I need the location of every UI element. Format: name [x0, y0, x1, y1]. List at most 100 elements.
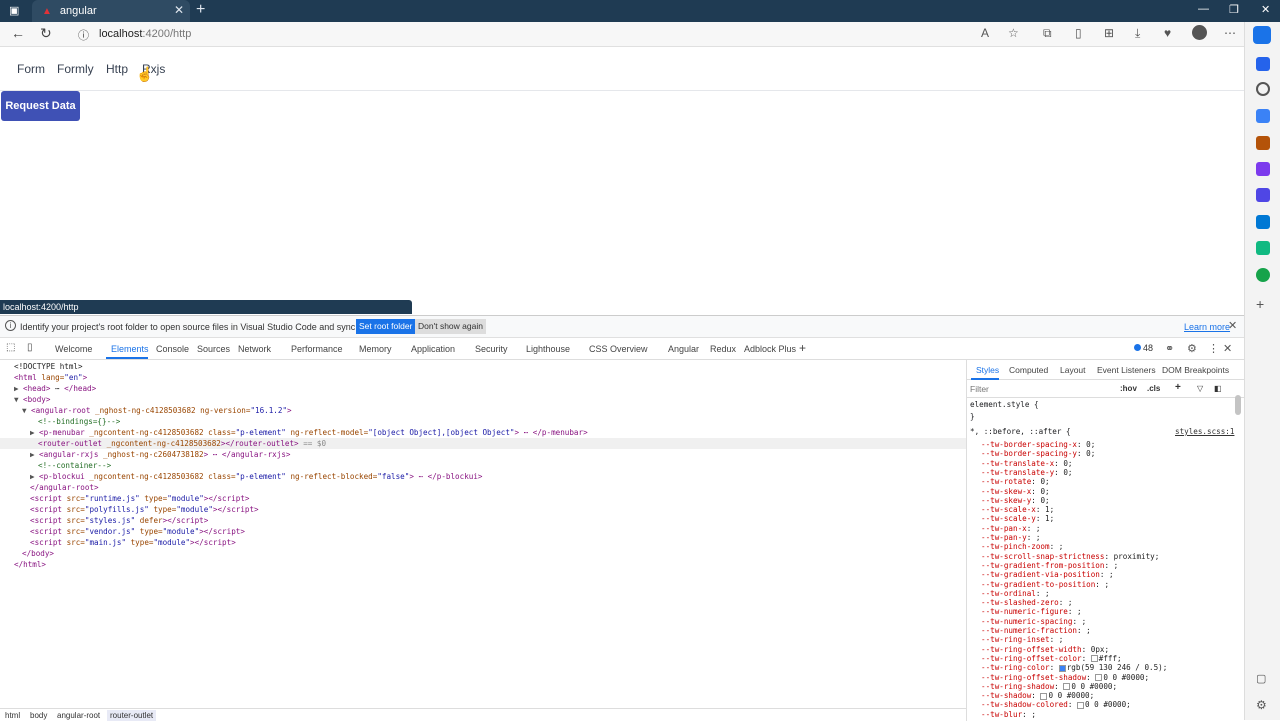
window-menu-icon[interactable]: ▣ — [9, 4, 19, 17]
tab-dom-breakpoints[interactable]: DOM Breakpoints — [1162, 365, 1229, 375]
tab-application[interactable]: Application — [411, 344, 455, 354]
tree-node-script[interactable]: <script src="runtime.js" type="module"><… — [30, 493, 249, 504]
close-window-icon[interactable]: ✕ — [1261, 3, 1270, 16]
styles-scrollbar[interactable] — [1235, 395, 1241, 415]
style-property[interactable]: --tw-ordinal: ; — [981, 589, 1050, 598]
extensions-icon[interactable]: ⧉ — [1043, 26, 1052, 41]
collapse-triangle-icon[interactable]: ▼ — [22, 405, 31, 416]
collections-icon[interactable]: ⊞ — [1104, 26, 1114, 40]
tab-elements[interactable]: Elements — [111, 344, 149, 354]
learn-more-link[interactable]: Learn more — [1184, 322, 1230, 332]
breadcrumb-body[interactable]: body — [27, 710, 50, 721]
inspect-element-icon[interactable]: ⬚ — [6, 342, 15, 353]
tree-node-router-outlet[interactable]: <router-outlet _ngcontent-ng-c4128503682… — [0, 438, 966, 449]
tree-node-head[interactable]: ▶ <head> ⋯ </head> — [14, 383, 96, 394]
tree-node-html-close[interactable]: </html> — [14, 559, 46, 570]
color-swatch[interactable] — [1090, 655, 1098, 663]
hov-toggle[interactable]: :hov — [1120, 384, 1137, 393]
color-swatch[interactable] — [1077, 701, 1085, 709]
tree-node-html[interactable]: <html lang="en"> — [14, 372, 87, 383]
element-state-icon[interactable]: ▽ — [1197, 384, 1203, 393]
expand-triangle-icon[interactable]: ▶ — [14, 383, 23, 394]
tab-network[interactable]: Network — [238, 344, 271, 354]
style-property[interactable]: --tw-pinch-zoom: ; — [981, 542, 1063, 551]
menu-item-formly[interactable]: Formly — [57, 62, 94, 76]
tree-icon[interactable] — [1256, 268, 1270, 282]
microsoft365-icon[interactable] — [1256, 188, 1270, 202]
style-property[interactable]: --tw-scale-x: 1; — [981, 505, 1054, 514]
new-rule-icon[interactable]: + — [1175, 382, 1181, 393]
sidebar-search-icon[interactable] — [1256, 82, 1270, 96]
style-property[interactable]: --tw-ring-inset: ; — [981, 635, 1063, 644]
style-property[interactable]: --tw-border-spacing-x: 0; — [981, 440, 1095, 449]
tab-security[interactable]: Security — [475, 344, 508, 354]
read-aloud-icon[interactable]: A — [981, 26, 989, 40]
style-property[interactable]: --tw-gradient-via-position: ; — [981, 570, 1114, 579]
breadcrumb-router-outlet[interactable]: router-outlet — [107, 710, 157, 721]
tab-sources[interactable]: Sources — [197, 344, 230, 354]
style-property[interactable]: --tw-pan-y: ; — [981, 533, 1040, 542]
device-toolbar-icon[interactable]: ▯ — [27, 342, 33, 353]
style-property[interactable]: --tw-blur: ; — [981, 710, 1036, 719]
color-swatch[interactable] — [1040, 692, 1048, 700]
tree-node-doctype[interactable]: <!DOCTYPE html> — [14, 361, 83, 372]
tree-node-p-blockui[interactable]: ▶ <p-blockui _ngcontent-ng-c4128503682 cl… — [30, 471, 483, 482]
expand-triangle-icon[interactable]: ▶ — [30, 427, 39, 438]
tab-computed[interactable]: Computed — [1009, 365, 1048, 375]
tree-node-comment-container[interactable]: <!--container--> — [38, 460, 111, 471]
tab-performance[interactable]: Performance — [291, 344, 343, 354]
tab-angular[interactable]: Angular — [668, 344, 699, 354]
sidebar-layout-icon[interactable]: ▢ — [1256, 672, 1270, 686]
tree-node-script[interactable]: <script src="styles.js" defer></script> — [30, 515, 208, 526]
tab-memory[interactable]: Memory — [359, 344, 392, 354]
more-menu-icon[interactable]: ⋯ — [1224, 26, 1236, 40]
browser-tab[interactable]: ▲ angular ✕ — [32, 0, 190, 22]
tree-node-body-close[interactable]: </body> — [22, 548, 54, 559]
tree-node-p-menubar[interactable]: ▶ <p-menubar _ngcontent-ng-c4128503682 cl… — [30, 427, 588, 438]
tree-node-script[interactable]: <script src="polyfills.js" type="module"… — [30, 504, 259, 515]
style-property[interactable]: --tw-skew-x: 0; — [981, 487, 1050, 496]
toggle-sidebar-icon[interactable]: ◧ — [1214, 384, 1222, 393]
url-field[interactable]: localhost:4200/http — [99, 28, 191, 40]
tree-node-comment-bindings[interactable]: <!--bindings={}--> — [38, 416, 120, 427]
shopping-icon[interactable] — [1256, 109, 1270, 123]
tree-node-angular-root[interactable]: ▼ <angular-root _nghost-ng-c4128503682 ng… — [22, 405, 292, 416]
reload-icon[interactable]: ↻ — [40, 25, 52, 42]
element-style-selector[interactable]: element.style { — [970, 400, 1039, 409]
split-screen-icon[interactable]: ▯ — [1075, 26, 1082, 40]
breadcrumb-angular-root[interactable]: angular-root — [54, 710, 103, 721]
style-property[interactable]: --tw-translate-x: 0; — [981, 459, 1072, 468]
set-root-folder-button[interactable]: Set root folder — [356, 319, 416, 334]
styles-source-link[interactable]: styles.scss:1 — [1175, 427, 1234, 436]
connect-icon[interactable]: ⚭ — [1165, 342, 1174, 355]
styles-filter-input[interactable] — [970, 382, 1110, 396]
copilot-icon[interactable] — [1253, 26, 1271, 44]
style-property[interactable]: --tw-rotate: 0; — [981, 477, 1050, 486]
style-property[interactable]: --tw-shadow-colored: 0 0 #0000; — [981, 700, 1131, 709]
style-property[interactable]: --tw-shadow: 0 0 #0000; — [981, 691, 1094, 700]
style-property[interactable]: --tw-gradient-to-position: ; — [981, 580, 1109, 589]
expand-triangle-icon[interactable]: ▶ — [30, 449, 39, 460]
issues-badge[interactable]: 48 — [1134, 343, 1153, 353]
tree-node-body[interactable]: ▼ <body> — [14, 394, 50, 405]
downloads-icon[interactable]: ⤓ — [1135, 26, 1140, 41]
style-property[interactable]: --tw-translate-y: 0; — [981, 468, 1072, 477]
devtools-close-icon[interactable]: ✕ — [1223, 342, 1232, 355]
expand-triangle-icon[interactable]: ▶ — [30, 471, 39, 482]
style-property[interactable]: --tw-scroll-snap-strictness: proximity; — [981, 552, 1159, 561]
back-icon[interactable]: ← — [11, 25, 25, 41]
tab-redux[interactable]: Redux — [710, 344, 736, 354]
style-property[interactable]: --tw-ring-offset-color: #fff; — [981, 654, 1122, 663]
style-property[interactable]: --tw-skew-y: 0; — [981, 496, 1050, 505]
color-swatch[interactable] — [1058, 664, 1066, 672]
menu-item-http[interactable]: Http — [106, 62, 128, 76]
tree-node-angular-root-close[interactable]: </angular-root> — [30, 482, 99, 493]
dont-show-again-button[interactable]: Don't show again — [415, 319, 486, 334]
tree-node-script[interactable]: <script src="vendor.js" type="module"></… — [30, 526, 245, 537]
style-property[interactable]: --tw-numeric-fraction: ; — [981, 626, 1091, 635]
style-property[interactable]: --tw-numeric-spacing: ; — [981, 617, 1086, 626]
profile-avatar[interactable] — [1192, 25, 1207, 40]
close-tab-icon[interactable]: ✕ — [174, 3, 184, 17]
outlook-icon[interactable] — [1256, 215, 1270, 229]
menu-item-form[interactable]: Form — [17, 62, 45, 76]
